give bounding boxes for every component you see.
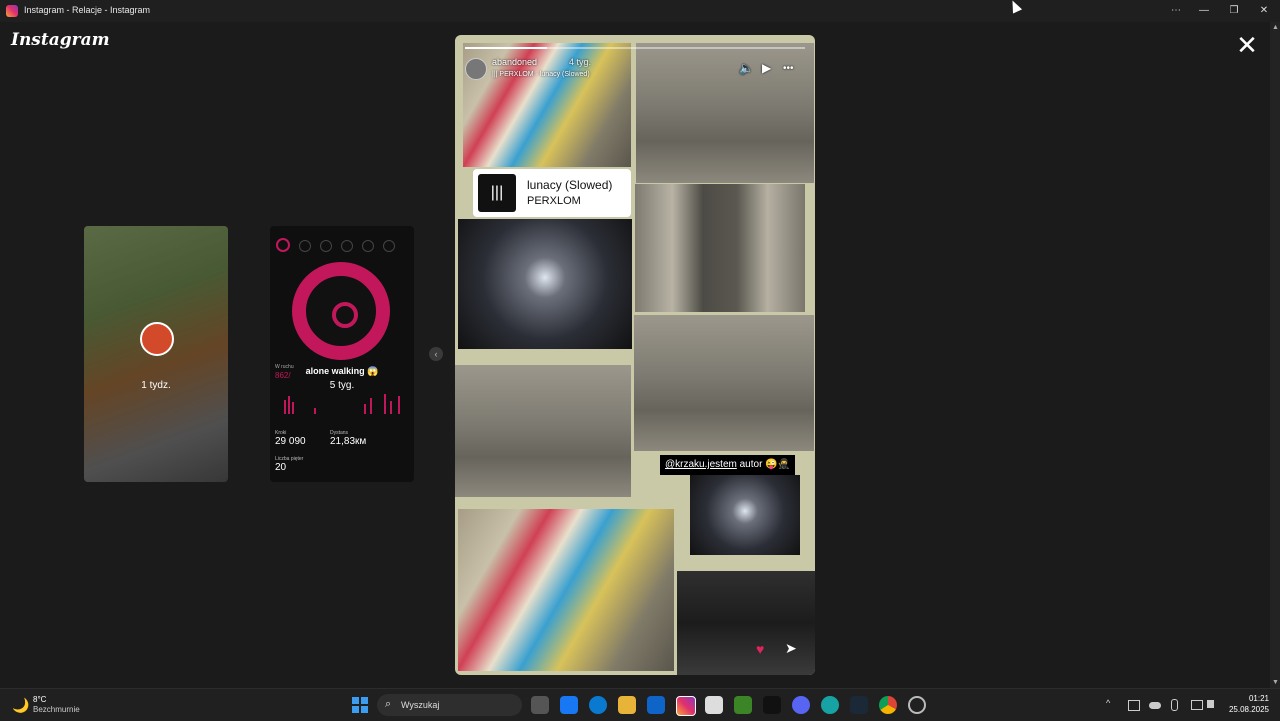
microphone-icon[interactable] (1171, 699, 1178, 711)
side-story-preview[interactable]: 1 tydz. (84, 226, 228, 482)
volume-icon[interactable] (1207, 700, 1214, 708)
weather-temp[interactable]: 8°C (33, 695, 46, 704)
maximize-button[interactable]: ❐ (1220, 3, 1248, 19)
close-stories-button[interactable]: ✕ (1236, 32, 1258, 58)
story-photo (677, 571, 815, 675)
mention-sticker[interactable]: @krzaku.jestem autor 😜🥷 (660, 455, 796, 475)
onedrive-icon[interactable] (1149, 702, 1161, 709)
activity-bar-chart (284, 394, 400, 414)
app-icon[interactable] (908, 696, 926, 714)
mention-text: autor 😜🥷 (736, 459, 791, 470)
scroll-up-icon[interactable]: ▲ (1272, 24, 1279, 31)
story-progress-fill (465, 47, 547, 49)
tray-chevron-icon[interactable]: ^ (1106, 698, 1110, 708)
floors-value: 20 (275, 462, 287, 473)
activity-ring-graphic (292, 262, 390, 360)
share-send-icon[interactable]: ➤ (785, 640, 797, 657)
instagram-app-icon (6, 5, 18, 17)
network-icon[interactable] (1191, 700, 1203, 710)
store-icon[interactable] (705, 696, 723, 714)
story-photo (463, 43, 631, 167)
minecraft-icon[interactable] (734, 696, 752, 714)
music-bars-icon: ||| (478, 174, 516, 212)
window-titlebar: Instagram - Relacje - Instagram ⋯ — ❐ ✕ (0, 0, 1280, 22)
story-time: 5 tyg. (329, 380, 355, 391)
day-dots (276, 238, 406, 252)
song-artist: PERXLOM (527, 195, 581, 207)
story-photo (634, 315, 814, 451)
taskbar-clock[interactable]: 01:21 (1229, 694, 1269, 703)
music-sticker[interactable]: ||| lunacy (Slowed) PERXLOM (473, 169, 631, 217)
author-avatar[interactable] (465, 58, 487, 80)
tiktok-icon[interactable] (763, 696, 781, 714)
side-story-preview[interactable]: alone walking 😱 5 tyg. W ruchu 862/ Krok… (270, 226, 414, 482)
story-avatar (140, 322, 174, 356)
stat-value: 862/ (275, 371, 291, 380)
story-photo (690, 475, 800, 555)
mute-button[interactable]: 🔈 (739, 61, 754, 75)
play-button[interactable]: ▶ (762, 61, 771, 75)
story-music-line[interactable]: ||| PERXLOM · lunacy (Slowed) (492, 71, 590, 78)
search-placeholder: Wyszukaj (401, 700, 440, 710)
weather-condition[interactable]: Bezchmurnie (33, 705, 80, 714)
story-photo (458, 219, 632, 349)
start-menu-icon[interactable] (352, 697, 368, 713)
windows-taskbar: 🌙 8°C Bezchmurnie ⌕ Wyszukaj ^ 01:21 25.… (0, 688, 1280, 721)
page-scrollbar[interactable]: ▲ ▼ (1270, 22, 1280, 688)
mention-handle[interactable]: @krzaku.jestem (665, 459, 737, 470)
instagram-taskbar-icon[interactable] (676, 696, 696, 716)
stat-label: W ruchu (275, 364, 294, 370)
distance-value: 21,83км (330, 436, 367, 447)
instagram-logo[interactable]: Instagram (11, 30, 110, 50)
story-photo (455, 365, 631, 497)
steps-value: 29 090 (275, 436, 306, 447)
window-title: Instagram - Relacje - Instagram (24, 5, 151, 15)
tray-app-icon[interactable] (1128, 700, 1140, 711)
scroll-down-icon[interactable]: ▼ (1272, 679, 1279, 686)
taskbar-search[interactable]: ⌕ Wyszukaj (377, 694, 522, 716)
story-photo (635, 184, 805, 312)
story-time: 1 tydz. (141, 380, 171, 391)
story-photo (458, 509, 674, 671)
task-view-icon[interactable] (531, 696, 549, 714)
previous-story-button[interactable]: ‹ (429, 347, 443, 361)
story-options-button[interactable]: ••• (783, 63, 794, 74)
story-progress-bar (465, 47, 805, 49)
edge-icon[interactable] (589, 696, 607, 714)
like-heart-icon[interactable]: ♥ (756, 641, 764, 657)
story-time-ago: 4 tyg. (569, 57, 592, 67)
file-explorer-icon[interactable] (618, 696, 636, 714)
chrome-icon[interactable] (879, 696, 897, 714)
close-window-button[interactable]: ✕ (1250, 3, 1278, 19)
more-options-button[interactable]: ⋯ (1162, 3, 1190, 19)
messenger-icon[interactable] (560, 696, 578, 714)
steam-icon[interactable] (850, 696, 868, 714)
minimize-button[interactable]: — (1190, 3, 1218, 19)
song-title: lunacy (Slowed) (527, 178, 613, 192)
taskbar-date[interactable]: 25.08.2025 (1222, 705, 1269, 714)
outlook-icon[interactable] (647, 696, 665, 714)
story-author[interactable]: abandoned (492, 57, 537, 67)
app-icon[interactable] (821, 696, 839, 714)
moon-icon[interactable]: 🌙 (12, 697, 29, 714)
search-icon: ⌕ (385, 698, 392, 710)
current-story[interactable]: abandoned 4 tyg. ||| PERXLOM · lunacy (S… (455, 35, 815, 675)
discord-icon[interactable] (792, 696, 810, 714)
